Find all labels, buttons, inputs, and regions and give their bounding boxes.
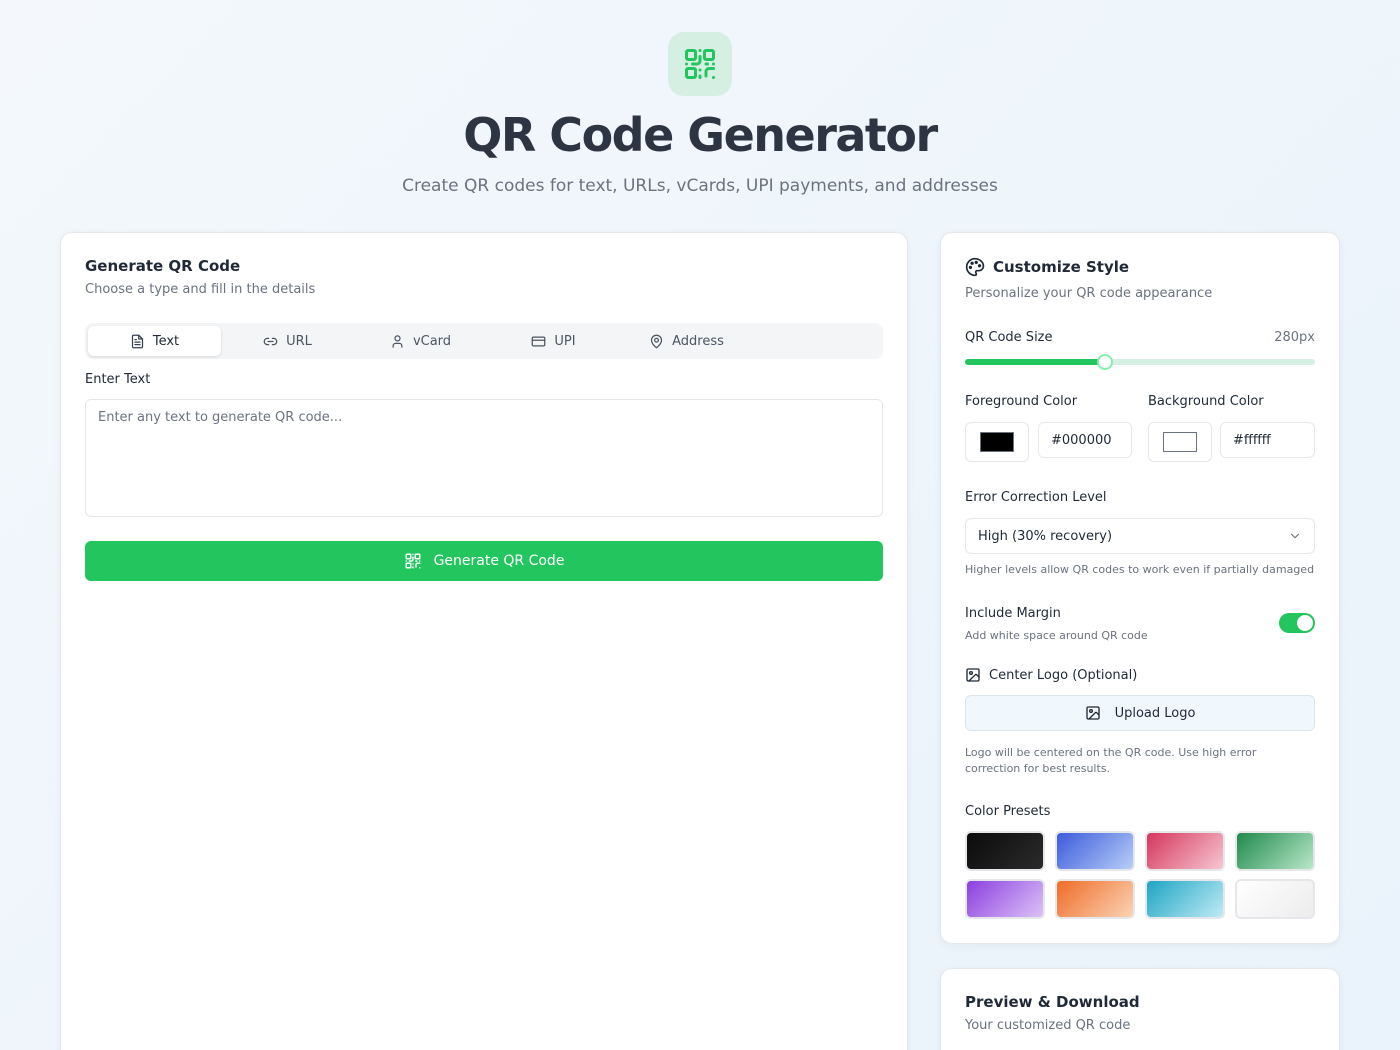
preset-blue[interactable] [1055,831,1135,871]
center-logo-header: Center Logo (Optional) [965,667,1137,683]
foreground-color-input[interactable] [1038,422,1132,458]
palette-icon [965,257,985,277]
preview-card: Preview & Download Your customized QR co… [940,968,1340,1050]
customize-style-card: Customize Style Personalize your QR code… [940,232,1340,944]
qr-code-icon [668,32,732,96]
error-correction-hint: Higher levels allow QR codes to work eve… [965,563,1315,576]
generate-card-title: Generate QR Code [85,257,241,275]
preset-purple[interactable] [965,879,1045,919]
customize-style-description: Personalize your QR code appearance [965,286,1213,301]
logo-hint-line-2: correction for best results. [965,762,1111,775]
preset-green[interactable] [1235,831,1315,871]
generate-qr-button[interactable]: Generate QR Code [85,541,883,581]
error-correction-value: High (30% recovery) [978,528,1113,544]
preset-black[interactable] [965,831,1045,871]
qr-code-icon [404,552,422,570]
map-pin-icon [649,334,664,349]
background-color-label: Background Color [1148,394,1264,409]
generate-qr-button-label: Generate QR Code [433,553,565,569]
include-margin-label: Include Margin [965,606,1061,621]
text-input-label: Enter Text [85,372,151,387]
preset-white[interactable] [1235,879,1315,919]
qr-size-slider[interactable] [965,354,1315,370]
tab-vcard[interactable]: vCard [354,326,487,356]
chevron-down-icon [1288,529,1302,543]
background-color-swatch[interactable] [1148,422,1212,462]
error-correction-select[interactable]: High (30% recovery) [965,518,1315,554]
generate-card: Generate QR Code Choose a type and fill … [60,232,908,1050]
preset-orange[interactable] [1055,879,1135,919]
tab-label: Address [672,333,724,349]
customize-style-header: Customize Style [965,257,1129,277]
customize-style-title: Customize Style [993,258,1130,276]
link-icon [263,334,278,349]
center-logo-label: Center Logo (Optional) [989,667,1138,683]
logo-hint-line-1: Logo will be centered on the QR code. Us… [965,746,1257,759]
upload-logo-label: Upload Logo [1114,705,1196,721]
image-icon [965,667,981,683]
foreground-color-label: Foreground Color [965,394,1078,409]
page-subtitle: Create QR codes for text, URLs, vCards, … [402,176,998,196]
qr-size-slider-thumb[interactable] [1097,354,1113,370]
credit-card-icon [531,334,546,349]
tab-url[interactable]: URL [221,326,354,356]
upload-logo-button[interactable]: Upload Logo [965,695,1315,731]
tab-label: UPI [554,333,576,349]
qr-type-tabs: Text URL vCard UPI Address [85,323,883,359]
qr-size-slider-fill [965,359,1105,365]
tab-label: vCard [412,333,452,349]
tab-upi[interactable]: UPI [487,326,620,356]
foreground-color-preview [980,432,1014,452]
background-color-preview [1163,432,1197,452]
color-presets-label: Color Presets [965,804,1051,819]
page-title: QR Code Generator [463,108,938,162]
include-margin-toggle-knob [1297,615,1313,631]
file-text-icon [130,334,145,349]
user-icon [390,334,405,349]
image-icon [1085,705,1101,721]
preview-description: Your customized QR code [965,1018,1131,1033]
include-margin-toggle[interactable] [1279,613,1315,633]
qr-size-value: 280px [1274,330,1315,345]
foreground-color-swatch[interactable] [965,422,1029,462]
tab-label: URL [286,333,312,349]
qr-size-label: QR Code Size [965,330,1053,345]
background-color-input[interactable] [1220,422,1315,458]
error-correction-label: Error Correction Level [965,490,1107,505]
tab-label: Text [152,333,180,349]
logo-hint: Logo will be centered on the QR code. Us… [965,745,1256,777]
tab-text[interactable]: Text [88,326,221,356]
tab-address[interactable]: Address [620,326,753,356]
generate-card-description: Choose a type and fill in the details [85,282,316,297]
include-margin-hint: Add white space around QR code [965,629,1148,642]
preview-title: Preview & Download [965,993,1140,1011]
preset-teal[interactable] [1145,879,1225,919]
preset-crimson[interactable] [1145,831,1225,871]
text-input[interactable] [85,399,883,517]
